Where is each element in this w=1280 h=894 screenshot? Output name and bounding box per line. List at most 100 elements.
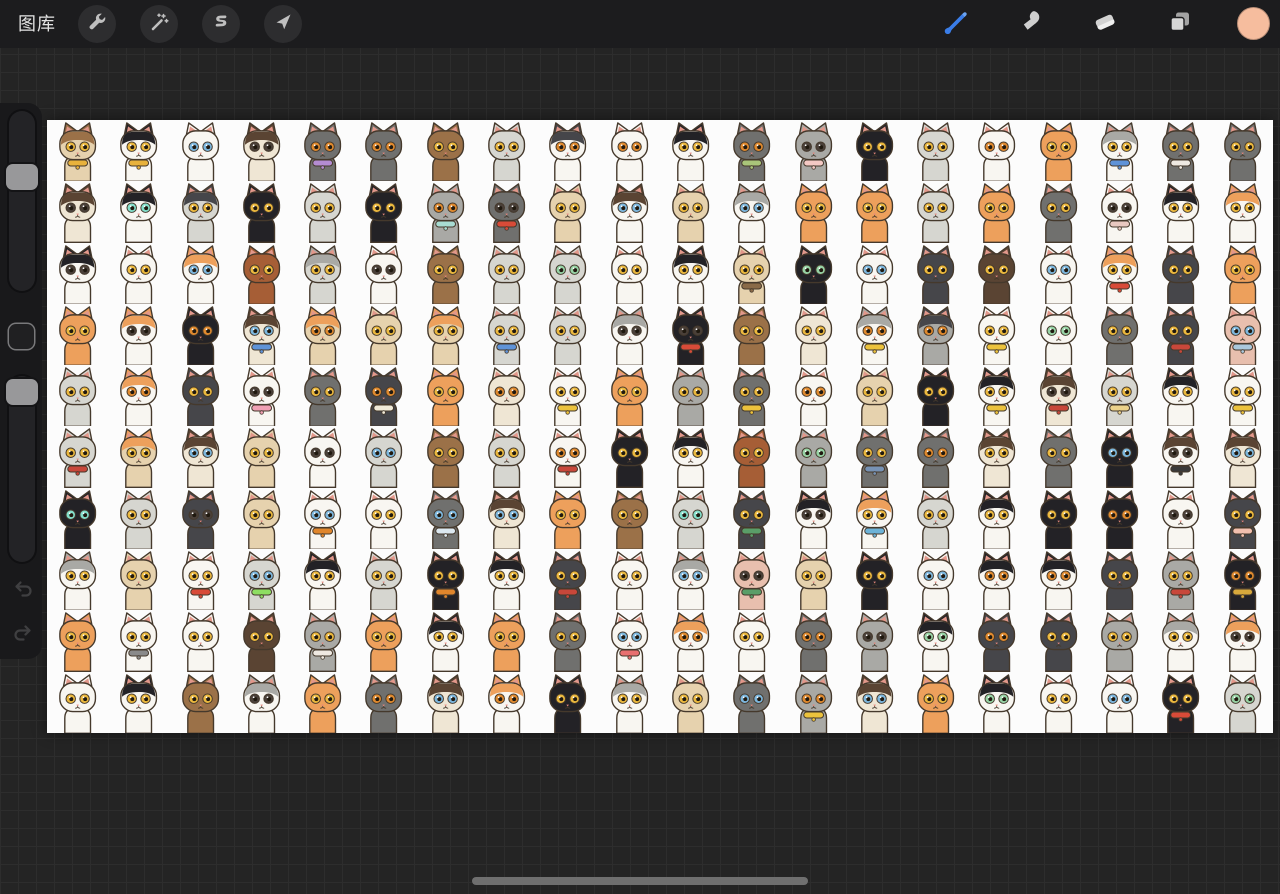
opacity-slider[interactable] bbox=[6, 376, 38, 562]
cat-illustration bbox=[476, 610, 537, 672]
adjustments-button[interactable] bbox=[140, 5, 178, 43]
cat-illustration bbox=[1150, 610, 1211, 672]
home-indicator[interactable] bbox=[472, 877, 808, 885]
redo-button[interactable] bbox=[10, 624, 36, 650]
opacity-handle[interactable] bbox=[6, 379, 38, 405]
cat-illustration bbox=[599, 365, 660, 427]
cat-illustration bbox=[231, 304, 292, 366]
cat-illustration bbox=[231, 672, 292, 733]
cat-illustration bbox=[292, 181, 353, 243]
cat-illustration bbox=[1212, 120, 1273, 182]
cat-illustration bbox=[966, 672, 1027, 733]
cat-illustration bbox=[721, 304, 782, 366]
cat-illustration bbox=[1212, 426, 1273, 488]
cat-illustration bbox=[415, 426, 476, 488]
brush-size-handle[interactable] bbox=[6, 164, 38, 190]
cat-illustration bbox=[844, 488, 905, 550]
brush-size-slider[interactable] bbox=[6, 111, 38, 291]
cat-illustration bbox=[905, 120, 966, 182]
cat-illustration bbox=[844, 610, 905, 672]
cat-illustration bbox=[231, 243, 292, 304]
cat-illustration bbox=[537, 426, 598, 488]
cat-illustration bbox=[292, 304, 353, 366]
cat-illustration bbox=[660, 304, 721, 366]
cat-illustration bbox=[783, 304, 844, 366]
cat-illustration bbox=[292, 365, 353, 427]
modify-button[interactable] bbox=[9, 324, 34, 349]
cat-illustration bbox=[1028, 549, 1089, 611]
top-toolbar: 图库 bbox=[0, 0, 1280, 48]
cat-illustration bbox=[47, 488, 108, 550]
undo-button[interactable] bbox=[10, 580, 36, 606]
cat-illustration bbox=[476, 120, 537, 182]
cat-illustration bbox=[660, 243, 721, 304]
cat-illustration bbox=[783, 610, 844, 672]
gallery-button[interactable]: 图库 bbox=[18, 0, 56, 48]
cat-illustration bbox=[47, 426, 108, 488]
selection-button[interactable] bbox=[202, 5, 240, 43]
transform-button[interactable] bbox=[264, 5, 302, 43]
cat-illustration bbox=[415, 181, 476, 243]
drawing-canvas[interactable] bbox=[47, 120, 1273, 733]
cat-illustration bbox=[1089, 243, 1150, 304]
cat-illustration bbox=[415, 672, 476, 733]
cat-illustration bbox=[231, 365, 292, 427]
cat-illustration bbox=[292, 243, 353, 304]
cat-illustration bbox=[1089, 488, 1150, 550]
cat-illustration bbox=[660, 610, 721, 672]
cat-illustration bbox=[966, 426, 1027, 488]
cat-illustration bbox=[721, 181, 782, 243]
cat-illustration bbox=[170, 243, 231, 304]
cat-illustration bbox=[1212, 181, 1273, 243]
cat-illustration bbox=[415, 120, 476, 182]
cat-illustration bbox=[108, 243, 169, 304]
cat-illustration bbox=[47, 672, 108, 733]
cat-illustration bbox=[476, 426, 537, 488]
cat-illustration bbox=[1212, 488, 1273, 550]
cat-illustration bbox=[783, 549, 844, 611]
cat-illustration bbox=[231, 610, 292, 672]
cat-illustration bbox=[476, 549, 537, 611]
cat-illustration bbox=[292, 549, 353, 611]
cat-illustration bbox=[47, 120, 108, 182]
cat-illustration bbox=[1028, 243, 1089, 304]
cat-illustration bbox=[783, 120, 844, 182]
cat-illustration bbox=[108, 365, 169, 427]
eraser-tool-button[interactable] bbox=[1089, 8, 1121, 40]
cat-illustration bbox=[660, 181, 721, 243]
cat-illustration bbox=[1089, 181, 1150, 243]
cat-illustration bbox=[537, 304, 598, 366]
cat-illustration bbox=[721, 488, 782, 550]
cat-illustration bbox=[170, 120, 231, 182]
undo-icon bbox=[11, 579, 35, 608]
cat-illustration bbox=[108, 426, 169, 488]
cat-illustration bbox=[844, 426, 905, 488]
smudge-tool-button[interactable] bbox=[1014, 8, 1046, 40]
cat-illustration bbox=[966, 610, 1027, 672]
cat-illustration bbox=[1089, 672, 1150, 733]
brush-tool-button[interactable] bbox=[938, 8, 970, 40]
cat-artwork-grid bbox=[47, 120, 1273, 733]
actions-button[interactable] bbox=[78, 5, 116, 43]
cat-illustration bbox=[47, 549, 108, 611]
cat-illustration bbox=[844, 181, 905, 243]
cat-illustration bbox=[292, 610, 353, 672]
cat-illustration bbox=[1089, 549, 1150, 611]
cat-illustration bbox=[1028, 610, 1089, 672]
cat-illustration bbox=[476, 181, 537, 243]
cat-illustration bbox=[47, 610, 108, 672]
layers-button[interactable] bbox=[1164, 8, 1196, 40]
cat-illustration bbox=[1028, 304, 1089, 366]
cat-illustration bbox=[721, 549, 782, 611]
cat-illustration bbox=[1089, 120, 1150, 182]
cat-illustration bbox=[905, 549, 966, 611]
active-color-swatch[interactable] bbox=[1237, 7, 1270, 40]
cat-illustration bbox=[231, 120, 292, 182]
cat-illustration bbox=[1150, 549, 1211, 611]
cat-illustration bbox=[1028, 488, 1089, 550]
cat-illustration bbox=[537, 243, 598, 304]
cat-illustration bbox=[905, 426, 966, 488]
cat-illustration bbox=[292, 426, 353, 488]
cat-illustration bbox=[905, 243, 966, 304]
cat-illustration bbox=[47, 304, 108, 366]
